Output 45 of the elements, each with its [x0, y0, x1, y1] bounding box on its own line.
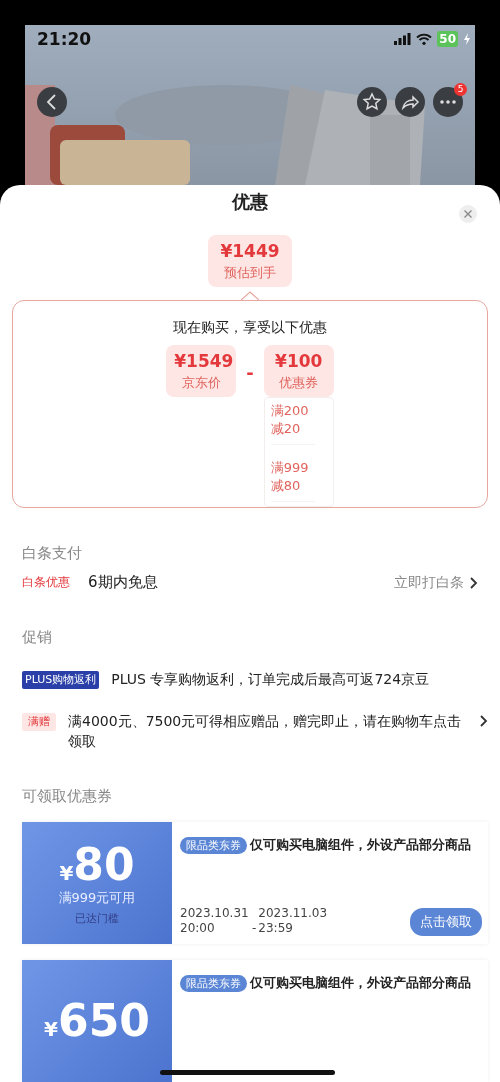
minus-sign: - — [246, 361, 254, 385]
share-icon[interactable] — [395, 87, 425, 117]
price-text: ¥1449 — [220, 240, 280, 263]
link[interactable]: 立即打白条 — [394, 573, 478, 592]
coupon-description: 仅可购买电脑组件，外设产品部分商品 — [250, 837, 471, 852]
back-icon[interactable] — [37, 87, 67, 117]
signal-icon — [394, 33, 412, 45]
more-icon[interactable] — [433, 87, 463, 117]
charging-icon — [463, 33, 471, 45]
offer-text: 6期内免息 — [88, 573, 159, 592]
category-tag: 限品类东券 — [180, 837, 247, 854]
date-text: 2023.11.03 23:59 — [258, 906, 329, 936]
date-text: 2023.10.31 20:00 — [180, 906, 250, 936]
promo-tag: 满赠 — [22, 713, 56, 731]
promo-tag: PLUS购物返利 — [22, 671, 100, 689]
currency-symbol: ¥ — [59, 860, 74, 885]
panel-heading: 现在购买，享受以下优惠 — [173, 319, 327, 337]
close-icon[interactable] — [459, 205, 477, 223]
coupon-amount: 80 — [73, 840, 135, 889]
rule-text: 满200减20 — [270, 402, 315, 445]
category-tag: 限品类东券 — [180, 975, 247, 992]
chevron-icon — [469, 576, 478, 589]
sheet-title: 优惠 — [232, 190, 268, 214]
promo-text: 满4000元、7500元可得相应赠品，赠完即止，请在购物车点击领取 — [68, 712, 463, 751]
price-text: ¥100 — [274, 350, 324, 373]
wifi-icon — [416, 33, 433, 45]
rule-text: 满999减80 — [270, 459, 315, 502]
tag-label: 白条优惠 — [22, 574, 71, 591]
clock-time: 21:20 — [37, 28, 92, 50]
coupon-status: 已达门槛 — [75, 910, 119, 926]
price-label: 京东价 — [180, 374, 222, 392]
price-label: 优惠券 — [278, 374, 320, 392]
coupon-amount: 650 — [58, 997, 150, 1045]
chevron-icon[interactable] — [479, 715, 488, 727]
battery-level: 50 — [437, 31, 458, 47]
section-heading: 促销 — [22, 628, 53, 647]
currency-symbol: ¥ — [44, 1017, 59, 1041]
section-heading: 可领取优惠券 — [22, 787, 113, 806]
coupon-condition: 满999元可用 — [58, 888, 136, 907]
claim-button[interactable]: 点击领取 — [410, 908, 482, 936]
date-separator: - — [252, 921, 257, 936]
promo-text: PLUS 专享购物返利，订单完成后最高可返724京豆 — [111, 670, 431, 689]
price-label: 预估到手 — [223, 264, 277, 282]
section-heading: 白条支付 — [22, 544, 83, 563]
coupon-description: 仅可购买电脑组件，外设产品部分商品 — [250, 975, 471, 990]
